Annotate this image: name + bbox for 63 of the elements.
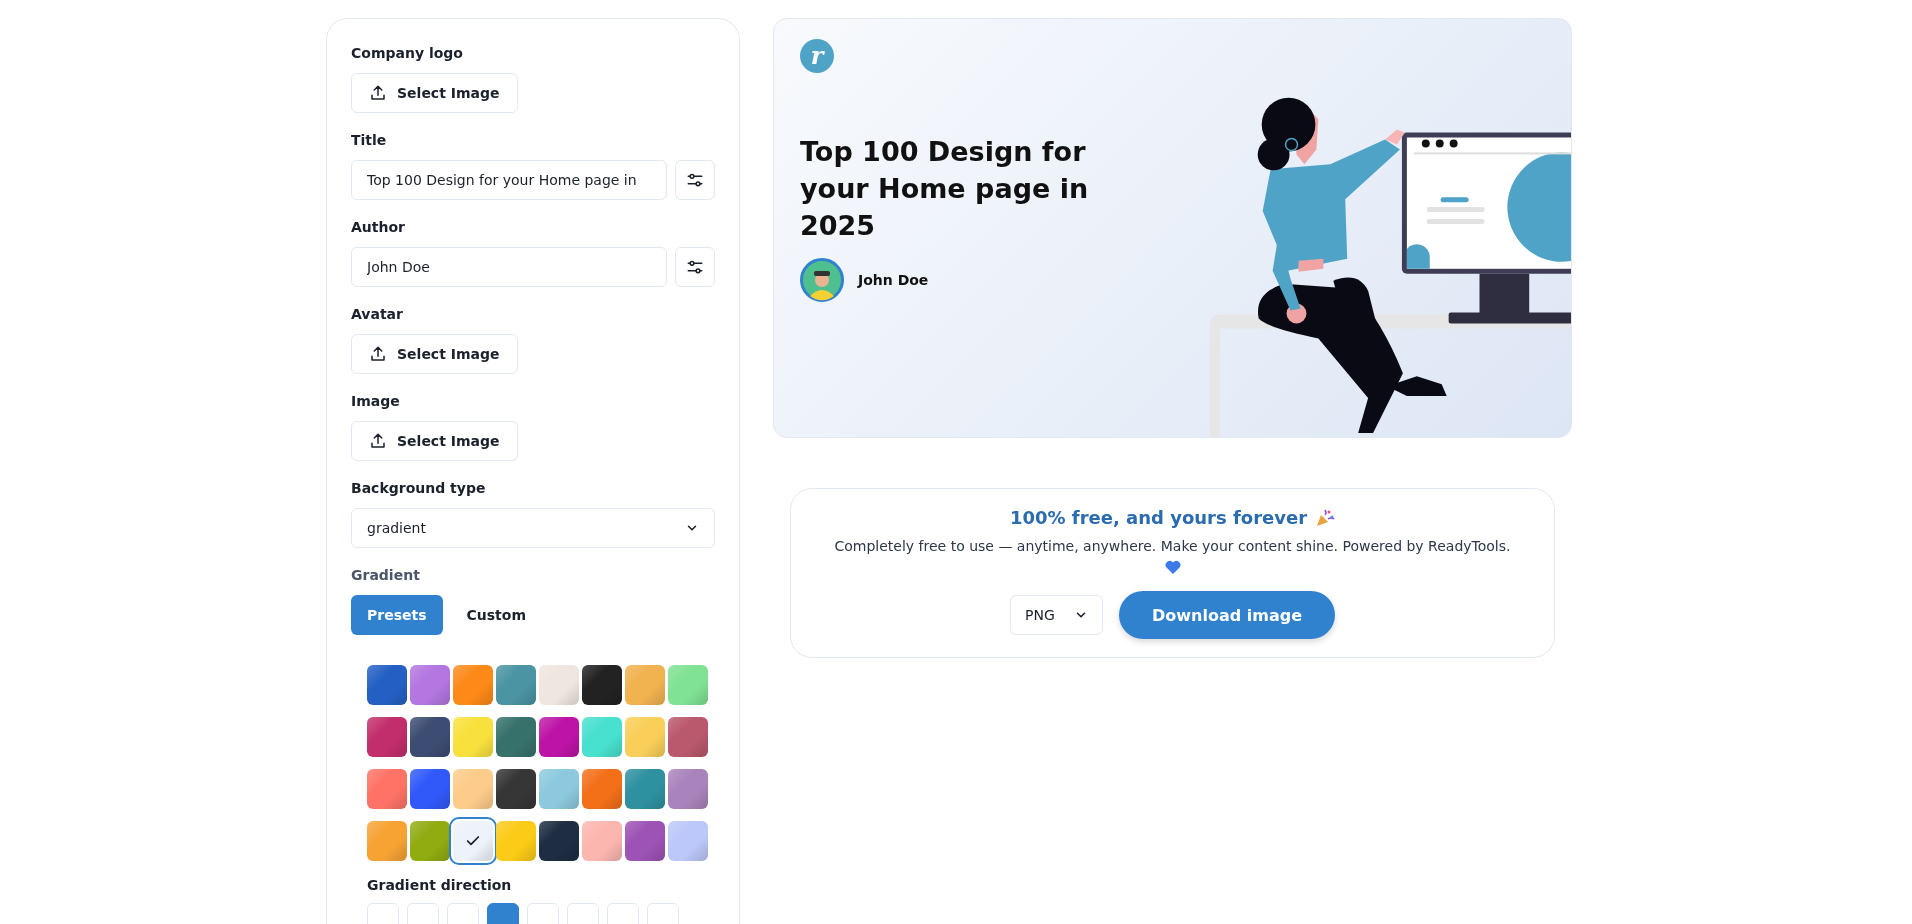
- gradient-swatch[interactable]: [668, 821, 708, 861]
- gradient-swatch[interactable]: [496, 717, 536, 757]
- download-button[interactable]: Download image: [1119, 591, 1335, 639]
- gradient-swatch[interactable]: [668, 769, 708, 809]
- gradient-swatch[interactable]: [367, 821, 407, 861]
- sliders-icon[interactable]: [675, 160, 715, 200]
- gradient-swatch[interactable]: [410, 769, 450, 809]
- upload-icon: [369, 345, 387, 363]
- author-name: John Doe: [858, 272, 929, 288]
- gradient-swatch[interactable]: [539, 665, 579, 705]
- gradient-swatch[interactable]: [539, 769, 579, 809]
- gradient-swatch[interactable]: [453, 769, 493, 809]
- section-label: Gradient: [351, 566, 421, 585]
- section-label: Gradient direction: [367, 876, 513, 895]
- text-input[interactable]: Top 100 Design for your Home page in: [351, 160, 667, 200]
- gradient-swatch[interactable]: [496, 769, 536, 809]
- format-select[interactable]: PNG: [1010, 595, 1103, 635]
- upload-icon: [369, 84, 387, 102]
- upload-icon: [369, 432, 387, 450]
- select-field[interactable]: gradient: [351, 508, 715, 548]
- gradient-swatch[interactable]: [410, 665, 450, 705]
- field-label: Title: [351, 131, 388, 150]
- gradient-swatch[interactable]: [539, 717, 579, 757]
- gradient-swatch[interactable]: [625, 821, 665, 861]
- gradient-swatch[interactable]: [453, 717, 493, 757]
- select-image-button[interactable]: Select Image: [351, 334, 518, 374]
- gradient-swatch[interactable]: [625, 665, 665, 705]
- tab[interactable]: Presets: [351, 595, 443, 635]
- field-label: Image: [351, 392, 401, 411]
- field-label: Company logo: [351, 44, 464, 63]
- gradient-swatch[interactable]: [582, 769, 622, 809]
- select-image-button[interactable]: Select Image: [351, 73, 518, 113]
- tab[interactable]: Custom: [450, 595, 542, 635]
- gradient-swatch[interactable]: [582, 821, 622, 861]
- gradient-swatch[interactable]: [410, 717, 450, 757]
- gradient-swatch[interactable]: [582, 665, 622, 705]
- field-label: Avatar: [351, 305, 404, 324]
- gradient-swatch[interactable]: [367, 665, 407, 705]
- gradient-swatch[interactable]: [668, 665, 708, 705]
- select-image-button[interactable]: Select Image: [351, 421, 518, 461]
- promo-text: Completely free to use — anytime, anywhere. Make your content shine. Powered by ReadyTools.: [834, 538, 1511, 554]
- gradient-swatch[interactable]: [625, 769, 665, 809]
- heart-icon: [1164, 560, 1181, 575]
- party-popper-icon: [1315, 507, 1336, 528]
- gradient-swatch[interactable]: [367, 717, 407, 757]
- company-logo: r: [800, 39, 834, 73]
- text-input[interactable]: John Doe: [351, 247, 667, 287]
- preview-title: Top 100 Design for your Home page in 2025: [800, 135, 1090, 243]
- gradient-swatch[interactable]: [539, 821, 579, 861]
- gradient-swatch[interactable]: [625, 717, 665, 757]
- field-label: Author: [351, 218, 406, 237]
- sliders-icon[interactable]: [675, 247, 715, 287]
- gradient-swatch[interactable]: [496, 665, 536, 705]
- direction-button[interactable]: [487, 903, 519, 924]
- avatar-icon: [800, 258, 844, 302]
- gradient-swatch[interactable]: [453, 665, 493, 705]
- gradient-swatch[interactable]: [582, 717, 622, 757]
- promo-heading: 100% free, and yours forever: [1009, 507, 1308, 528]
- gradient-swatch[interactable]: [410, 821, 450, 861]
- gradient-swatch[interactable]: [367, 769, 407, 809]
- gradient-swatch[interactable]: [496, 821, 536, 861]
- gradient-swatch[interactable]: [668, 717, 708, 757]
- field-label: Background type: [351, 479, 487, 498]
